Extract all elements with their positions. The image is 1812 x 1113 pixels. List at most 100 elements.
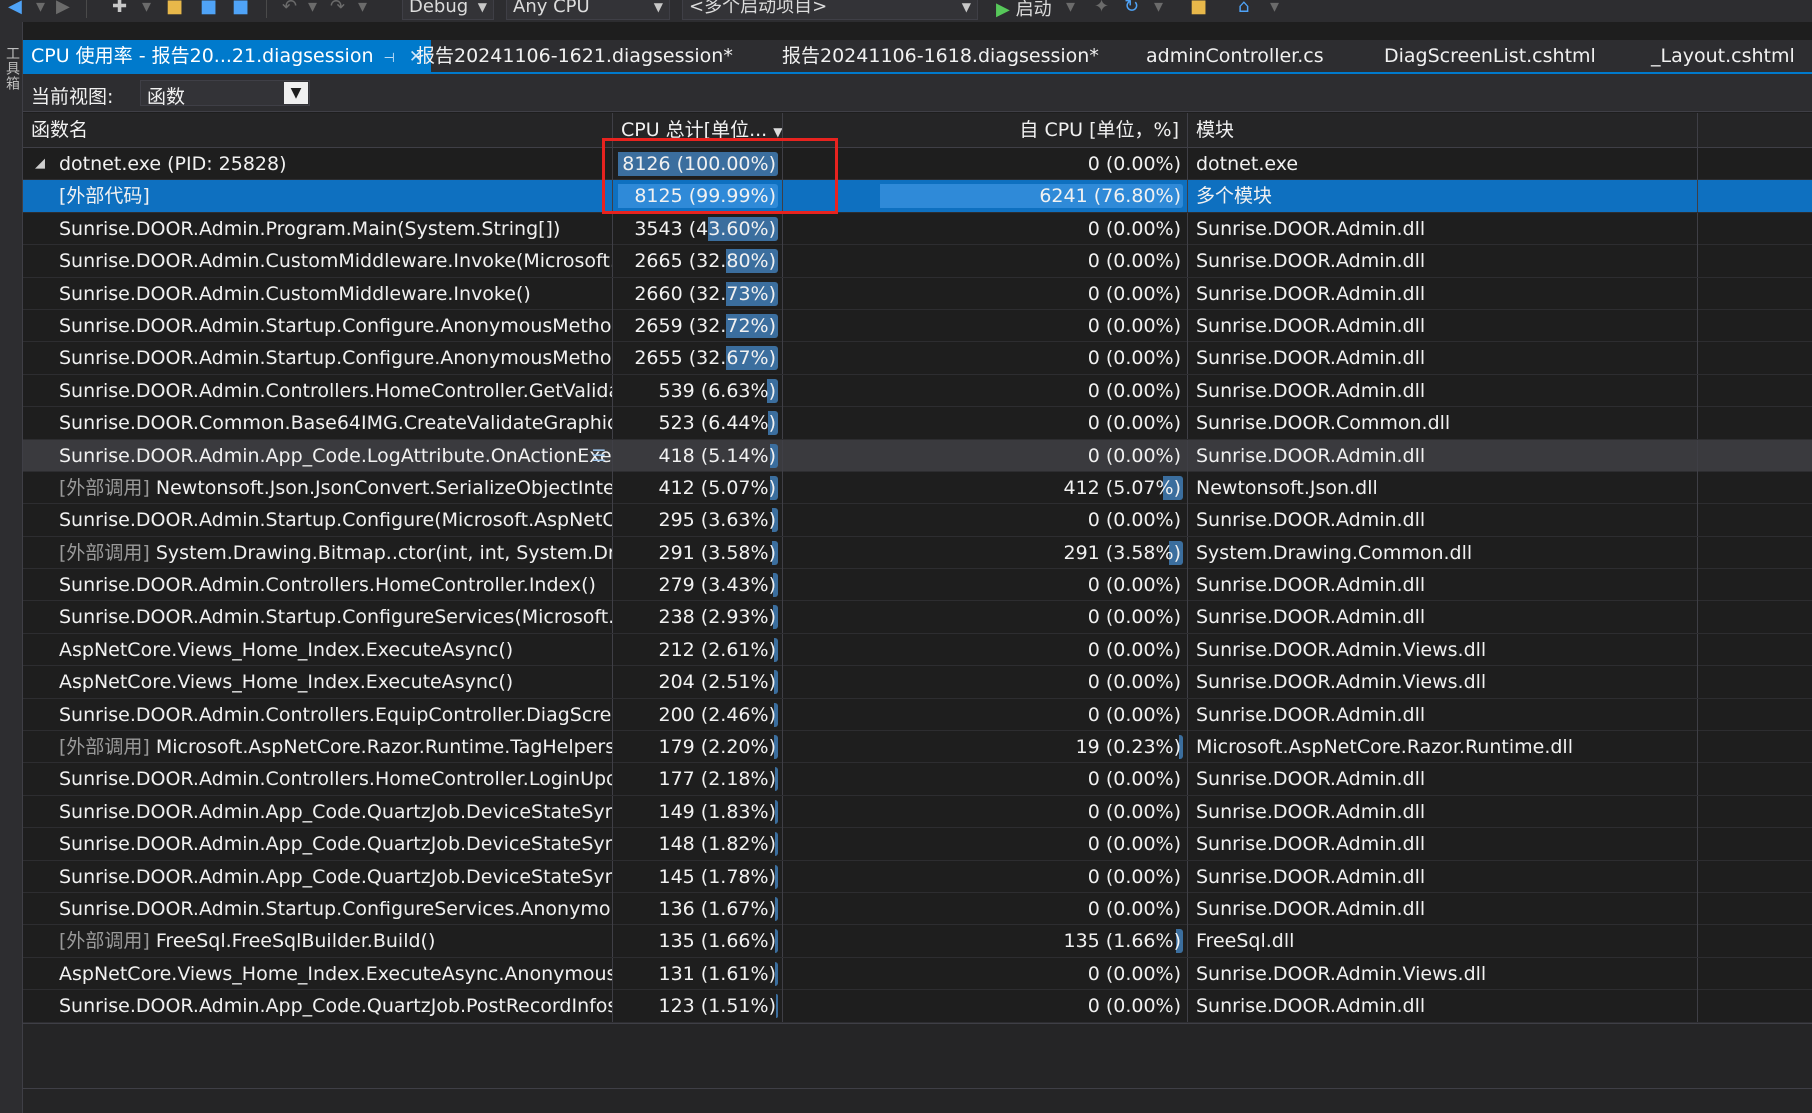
module-cell: Sunrise.DOOR.Admin.Views.dll xyxy=(1188,957,1698,990)
table-row[interactable]: [外部调用] Microsoft.AspNetCore.Razor.Runtim… xyxy=(23,731,1812,764)
column-header-function-name[interactable]: 函数名 xyxy=(23,113,613,148)
cpu-total-cell: 135 (1.66%) xyxy=(613,925,783,958)
tab-layout[interactable]: _Layout.cshtml xyxy=(1643,40,1803,72)
tab-report-1618[interactable]: 报告20241106-1618.diagsession* xyxy=(774,40,1107,72)
function-name-cell: [外部调用] Newtonsoft.Json.JsonConvert.Seria… xyxy=(23,471,613,504)
tab-diag-screen-list[interactable]: DiagScreenList.cshtml xyxy=(1376,40,1604,72)
undo-dropdown-icon[interactable]: ▾ xyxy=(308,0,317,17)
redo-icon[interactable]: ↷ xyxy=(330,0,345,17)
table-row[interactable]: Sunrise.DOOR.Admin.App_Code.QuartzJob.Po… xyxy=(23,990,1812,1023)
self-cpu-cell: 412 (5.07%) xyxy=(783,471,1188,504)
redo-dropdown-icon[interactable]: ▾ xyxy=(358,0,367,17)
function-name: Sunrise.DOOR.Admin.CustomMiddleware.Invo… xyxy=(59,250,613,273)
chevron-down-icon[interactable]: ▼ xyxy=(284,82,308,104)
table-row[interactable]: Sunrise.DOOR.Admin.Startup.Configure(Mic… xyxy=(23,504,1812,537)
table-row[interactable]: ◢ dotnet.exe (PID: 25828) 8126 (100.00%) 0 … xyxy=(23,148,1812,181)
table-row[interactable]: Sunrise.DOOR.Admin.App_Code.QuartzJob.De… xyxy=(23,860,1812,893)
column-header-self-cpu[interactable]: 自 CPU [单位，%] xyxy=(783,113,1188,148)
table-row[interactable]: Sunrise.DOOR.Admin.Startup.Configure.Ano… xyxy=(23,309,1812,343)
open-folder-icon[interactable]: ■ xyxy=(166,0,183,17)
self-cpu-cell: 0 (0.00%) xyxy=(783,569,1188,602)
toolbox-tab[interactable]: 工具箱 xyxy=(2,46,22,91)
self-cpu-cell: 0 (0.00%) xyxy=(783,407,1188,440)
function-name-cell: ◢ dotnet.exe (PID: 25828) xyxy=(23,148,613,180)
table-row[interactable]: AspNetCore.Views_Home_Index.ExecuteAsync… xyxy=(23,957,1812,991)
table-row[interactable]: Sunrise.DOOR.Common.Base64IMG.CreateVali… xyxy=(23,407,1812,440)
function-name: AspNetCore.Views_Home_Index.ExecuteAsync… xyxy=(59,671,514,694)
self-cpu-cell: 0 (0.00%) xyxy=(783,374,1188,407)
self-cpu-value: 0 (0.00%) xyxy=(1087,412,1181,435)
column-header-module[interactable]: 模块 xyxy=(1188,113,1698,148)
new-project-icon[interactable]: ✚ xyxy=(112,0,127,17)
table-row[interactable]: [外部调用] Newtonsoft.Json.JsonConvert.Seria… xyxy=(23,471,1812,505)
cpu-total-cell: 123 (1.51%) xyxy=(613,990,783,1023)
navigate-back-icon[interactable]: ◀ xyxy=(8,0,22,17)
view-source-icon[interactable]: ☰ xyxy=(592,440,606,472)
current-view-select[interactable]: 函数 ▼ xyxy=(140,80,310,108)
table-row[interactable]: Sunrise.DOOR.Admin.App_Code.LogAttribute… xyxy=(23,439,1812,472)
table-row[interactable]: Sunrise.DOOR.Admin.Controllers.HomeContr… xyxy=(23,374,1812,408)
new-dropdown-icon[interactable]: ▾ xyxy=(142,0,151,17)
table-row[interactable]: Sunrise.DOOR.Admin.Startup.ConfigureServ… xyxy=(23,892,1812,926)
table-row[interactable]: [外部调用] System.Drawing.Bitmap..ctor(int, … xyxy=(23,536,1812,570)
function-name: [外部代码] xyxy=(59,185,150,208)
navigate-forward-icon[interactable]: ▶ xyxy=(56,0,70,17)
cpu-total-cell: 418 (5.14%) xyxy=(613,439,783,472)
module-cell: Sunrise.DOOR.Admin.dll xyxy=(1188,245,1698,278)
table-row[interactable]: Sunrise.DOOR.Admin.Controllers.HomeContr… xyxy=(23,763,1812,796)
function-name: Sunrise.DOOR.Admin.Controllers.HomeContr… xyxy=(59,768,613,791)
save-all-icon[interactable]: ■ xyxy=(232,0,249,17)
cpu-total-value: 8126 (100.00%) xyxy=(622,153,776,175)
table-row[interactable]: Sunrise.DOOR.Admin.App_Code.QuartzJob.De… xyxy=(23,795,1812,829)
function-name: System.Drawing.Bitmap..ctor(int, int, Sy… xyxy=(155,541,612,564)
divider xyxy=(23,1088,1812,1089)
toolbar-overflow-icon[interactable]: ▾ xyxy=(1270,0,1279,17)
self-cpu-value: 0 (0.00%) xyxy=(1087,444,1181,467)
chevron-down-icon: ▼ xyxy=(653,0,663,14)
cpu-total-cell: 131 (1.61%) xyxy=(613,957,783,990)
table-row[interactable]: Sunrise.DOOR.Admin.Controllers.EquipCont… xyxy=(23,698,1812,732)
platform-select[interactable]: Any CPU ▼ xyxy=(506,0,670,20)
module-cell: Sunrise.DOOR.Common.dll xyxy=(1188,407,1698,440)
tab-cpu-usage[interactable]: CPU 使用率 - 报告20...21.diagsession ⊣ ✕ xyxy=(23,40,432,72)
tab-report-1621[interactable]: 报告20241106-1621.diagsession* xyxy=(408,40,741,72)
table-row[interactable]: AspNetCore.Views_Home_Index.ExecuteAsync… xyxy=(23,633,1812,667)
pin-icon[interactable]: ⊣ xyxy=(384,51,395,66)
undo-icon[interactable]: ↶ xyxy=(282,0,297,17)
solution-config-select[interactable]: Debug ▼ xyxy=(402,0,494,20)
hot-reload-icon[interactable]: ✦ xyxy=(1094,0,1109,17)
start-dropdown-icon[interactable]: ▾ xyxy=(1066,0,1075,17)
collapse-icon[interactable]: ◢ xyxy=(35,148,45,180)
cpu-total-value: 539 (6.63%) xyxy=(658,379,777,402)
refresh-icon[interactable]: ↻ xyxy=(1124,0,1139,17)
column-header-cpu-total[interactable]: CPU 总计[单位... ▼ xyxy=(613,113,783,148)
refresh-dropdown-icon[interactable]: ▾ xyxy=(1154,0,1163,17)
table-row[interactable]: Sunrise.DOOR.Admin.Startup.ConfigureServ… xyxy=(23,601,1812,634)
table-row[interactable]: Sunrise.DOOR.Admin.Controllers.HomeContr… xyxy=(23,569,1812,602)
back-dropdown-icon[interactable]: ▾ xyxy=(36,0,45,17)
table-row[interactable]: [外部代码] 8125 (99.99%) 6241 (76.80%) 多个模块 xyxy=(23,180,1812,213)
function-name-cell: [外部调用] Microsoft.AspNetCore.Razor.Runtim… xyxy=(23,731,613,764)
start-button[interactable]: ▶ 启动 xyxy=(996,0,1052,21)
find-in-files-icon[interactable]: ■ xyxy=(1190,0,1207,17)
save-icon[interactable]: ■ xyxy=(200,0,217,17)
self-cpu-cell: 0 (0.00%) xyxy=(783,666,1188,699)
cpu-total-cell: 238 (2.93%) xyxy=(613,601,783,634)
table-row[interactable]: Sunrise.DOOR.Admin.App_Code.QuartzJob.De… xyxy=(23,828,1812,861)
function-name: Newtonsoft.Json.JsonConvert.SerializeObj… xyxy=(155,476,613,499)
self-cpu-value: 0 (0.00%) xyxy=(1087,282,1181,305)
table-row[interactable]: Sunrise.DOOR.Admin.CustomMiddleware.Invo… xyxy=(23,277,1812,310)
home-icon[interactable]: ⌂ xyxy=(1238,0,1249,17)
self-cpu-value: 0 (0.00%) xyxy=(1087,768,1181,791)
table-row[interactable]: Sunrise.DOOR.Admin.Program.Main(System.S… xyxy=(23,212,1812,246)
table-row[interactable]: Sunrise.DOOR.Admin.CustomMiddleware.Invo… xyxy=(23,245,1812,278)
table-row[interactable]: Sunrise.DOOR.Admin.Startup.Configure.Ano… xyxy=(23,342,1812,375)
function-name: Sunrise.DOOR.Admin.Startup.Configure.Ano… xyxy=(59,314,613,337)
startup-project-select[interactable]: <多个启动项目> ▼ xyxy=(682,0,978,20)
function-name: FreeSql.FreeSqlBuilder.Build() xyxy=(155,930,436,953)
tab-admin-controller[interactable]: adminController.cs xyxy=(1138,40,1332,72)
table-row[interactable]: [外部调用] FreeSql.FreeSqlBuilder.Build() 135… xyxy=(23,925,1812,958)
table-row[interactable]: AspNetCore.Views_Home_Index.ExecuteAsync… xyxy=(23,666,1812,699)
function-name: Sunrise.DOOR.Admin.Controllers.HomeContr… xyxy=(59,379,613,402)
function-grid: 函数名 CPU 总计[单位... ▼ 自 CPU [单位，%] 模块 ◢ dotne… xyxy=(23,113,1812,1023)
